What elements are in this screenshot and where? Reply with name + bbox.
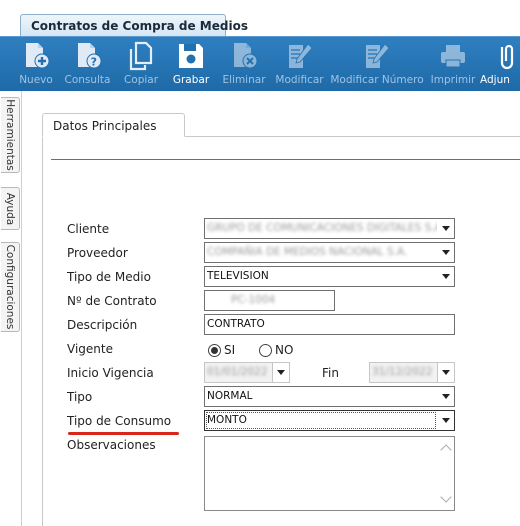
window-header: Contratos de Compra de Medios	[0, 0, 520, 36]
numero-contrato-input[interactable]: PC-1004	[204, 290, 335, 311]
modify-number-button[interactable]: Modificar Número	[328, 37, 426, 92]
focus-ring	[206, 412, 436, 429]
side-tab-herramientas[interactable]: Herramientas	[1, 97, 20, 173]
tipo-medio-select[interactable]: TELEVISION	[204, 266, 455, 287]
new-button[interactable]: Nuevo	[14, 37, 58, 92]
cliente-select[interactable]: GRUPO DE COMUNICACIONES DIGITALES S.A.	[204, 218, 455, 239]
descripcion-label: Descripción	[67, 318, 138, 332]
attach-button[interactable]: Adjun	[480, 37, 520, 92]
chevron-down-icon[interactable]	[437, 219, 454, 238]
scroll-down-icon[interactable]	[440, 491, 452, 503]
proveedor-label: Proveedor	[67, 246, 128, 260]
attach-icon	[500, 44, 514, 70]
numero-contrato-label: Nº de Contrato	[67, 294, 157, 308]
side-tab-ayuda[interactable]: Ayuda	[1, 187, 20, 230]
observaciones-label: Observaciones	[67, 438, 156, 452]
descripcion-input[interactable]: CONTRATO	[204, 314, 455, 335]
toolbar: Nuevo ? Consulta Copiar Grabar Eliminar	[0, 36, 520, 91]
tipo-medio-label: Tipo de Medio	[67, 270, 151, 284]
save-icon	[179, 44, 203, 68]
chevron-down-icon[interactable]	[437, 243, 454, 262]
main-content: Datos Principales Cliente GRUPO DE COMUN…	[22, 91, 520, 526]
printer-icon	[441, 45, 465, 68]
radio-unselected-icon	[259, 343, 272, 357]
fin-label: Fin	[322, 366, 339, 380]
query-document-icon: ?	[77, 43, 101, 69]
tipo-select[interactable]: NORMAL	[204, 386, 455, 407]
copy-icon	[129, 41, 153, 71]
delete-document-icon	[234, 43, 258, 69]
tipo-consumo-label: Tipo de Consumo	[67, 414, 172, 428]
chevron-down-icon[interactable]	[437, 363, 454, 382]
edit-number-icon	[366, 43, 390, 68]
svg-text:?: ?	[90, 56, 96, 69]
delete-button[interactable]: Eliminar	[217, 37, 271, 92]
radio-selected-icon	[208, 343, 221, 357]
print-button[interactable]: Imprimir	[426, 37, 480, 92]
edit-icon	[288, 43, 313, 68]
side-tab-bar: Herramientas Ayuda Configuraciones	[0, 91, 22, 526]
cliente-label: Cliente	[67, 222, 110, 236]
query-button[interactable]: ? Consulta	[58, 37, 117, 92]
proveedor-select[interactable]: COMPAÑIA DE MEDIOS NACIONAL S.A.	[204, 242, 455, 263]
tab-datos-principales[interactable]: Datos Principales	[42, 113, 185, 137]
modify-button[interactable]: Modificar	[271, 37, 328, 92]
inicio-vigencia-label: Inicio Vigencia	[67, 366, 154, 380]
window-tab[interactable]: Contratos de Compra de Medios	[20, 14, 248, 36]
tipo-label: Tipo	[67, 390, 93, 404]
window-tab-title: Contratos de Compra de Medios	[31, 18, 248, 33]
vigente-no-radio[interactable]: NO	[259, 343, 293, 357]
scroll-up-icon[interactable]	[440, 444, 452, 456]
section-divider	[51, 159, 520, 160]
vigente-label: Vigente	[67, 342, 113, 356]
save-button[interactable]: Grabar	[165, 37, 217, 92]
fin-date[interactable]: 31/12/2022	[369, 362, 455, 383]
observaciones-textarea[interactable]	[204, 436, 455, 511]
chevron-down-icon[interactable]	[437, 387, 454, 406]
new-document-icon	[26, 43, 50, 69]
textarea-scrollbar[interactable]	[439, 437, 454, 510]
inicio-vigencia-date[interactable]: 01/01/2022	[204, 362, 290, 383]
chevron-down-icon[interactable]	[272, 363, 289, 382]
side-tab-configuraciones[interactable]: Configuraciones	[1, 242, 20, 332]
highlight-underline	[68, 432, 179, 435]
chevron-down-icon[interactable]	[437, 267, 454, 286]
vigente-si-radio[interactable]: SI	[208, 343, 235, 357]
copy-button[interactable]: Copiar	[117, 37, 165, 92]
tipo-consumo-select[interactable]: MONTO	[204, 410, 455, 431]
chevron-down-icon[interactable]	[437, 411, 454, 430]
